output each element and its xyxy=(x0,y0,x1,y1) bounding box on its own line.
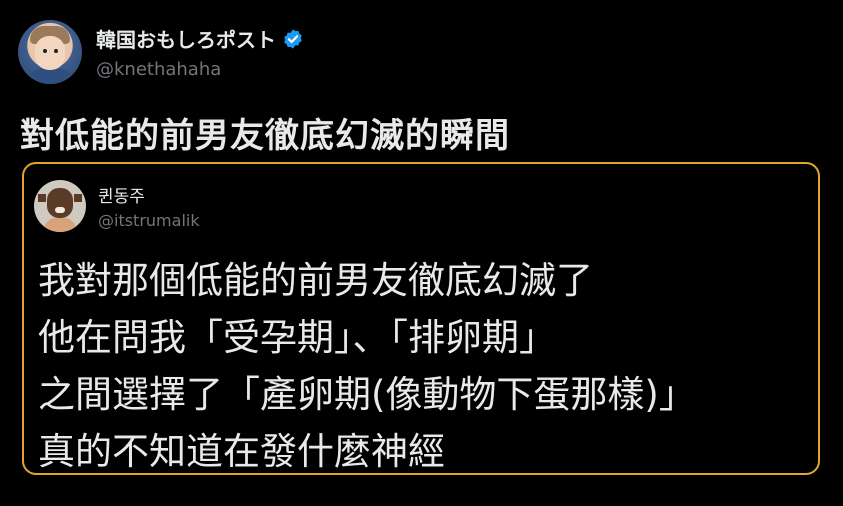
quoted-author-header: 퀸동주 @itstrumalik xyxy=(34,180,200,232)
quoted-author-display-name[interactable]: 퀸동주 xyxy=(98,182,200,207)
tweet-text: 對低能的前男友徹底幻滅的瞬間 xyxy=(20,116,510,156)
quoted-tweet-text: 我對那個低能的前男友徹底幻滅了 他在問我「受孕期」、「排卵期」 之間選擇了「產卵… xyxy=(38,252,808,480)
author-handle[interactable]: @knethahaha xyxy=(96,59,304,80)
quoted-author-names: 퀸동주 @itstrumalik xyxy=(98,182,200,230)
quoted-author-handle[interactable]: @itstrumalik xyxy=(98,211,200,230)
quoted-text-line: 他在問我「受孕期」、「排卵期」 xyxy=(38,316,556,359)
quoted-text-line: 真的不知道在發什麼神經 xyxy=(38,430,445,473)
quoted-tweet-card[interactable]: 퀸동주 @itstrumalik 我對那個低能的前男友徹底幻滅了 他在問我「受孕… xyxy=(22,162,820,475)
author-names: 韓国おもしろポスト @knethahaha xyxy=(96,24,304,80)
quoted-text-line: 我對那個低能的前男友徹底幻滅了 xyxy=(38,259,593,302)
author-display-name[interactable]: 韓国おもしろポスト xyxy=(96,24,276,53)
verified-badge-icon xyxy=(284,28,302,49)
tweet-author-header: 韓国おもしろポスト @knethahaha xyxy=(18,20,304,84)
author-avatar[interactable] xyxy=(18,20,82,84)
quoted-text-line: 之間選擇了「產卵期(像動物下蛋那樣)」 xyxy=(38,373,696,416)
author-name-row: 韓国おもしろポスト xyxy=(96,24,304,53)
quoted-author-avatar[interactable] xyxy=(34,180,86,232)
